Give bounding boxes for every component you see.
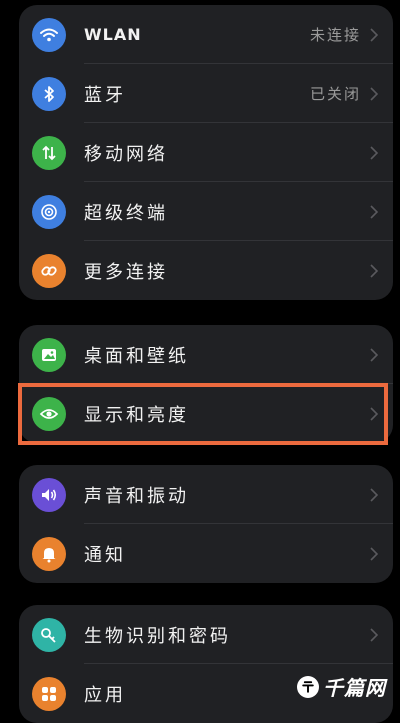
watermark: 千篇网 — [297, 672, 386, 701]
chevron-right-icon — [370, 547, 379, 561]
mobile-network-row[interactable]: 移动网络 — [19, 123, 393, 182]
notifications-row[interactable]: 通知 — [19, 524, 393, 583]
wlan-label: WLAN — [84, 25, 142, 44]
biometrics-password-label: 生物识别和密码 — [84, 625, 231, 647]
wlan-status: 未连接 — [309, 26, 361, 44]
apps-grid-icon — [32, 677, 66, 711]
settings-group-display: 桌面和壁纸 显示和亮度 — [19, 325, 393, 443]
super-device-label: 超级终端 — [84, 202, 168, 224]
mobile-data-icon — [32, 136, 66, 170]
chevron-right-icon — [370, 205, 379, 219]
eye-icon — [32, 397, 66, 431]
bluetooth-label: 蓝牙 — [84, 84, 126, 106]
chevron-right-icon — [370, 87, 379, 101]
chevron-right-icon — [370, 628, 379, 642]
super-device-icon — [32, 195, 66, 229]
biometrics-password-row[interactable]: 生物识别和密码 — [19, 605, 393, 664]
desktop-wallpaper-row[interactable]: 桌面和壁纸 — [19, 325, 393, 384]
wlan-row[interactable]: WLAN 未连接 — [19, 5, 393, 64]
sound-vibration-row[interactable]: 声音和振动 — [19, 465, 393, 524]
desktop-wallpaper-label: 桌面和壁纸 — [84, 345, 189, 367]
chevron-right-icon — [370, 407, 379, 421]
speaker-icon — [32, 478, 66, 512]
chevron-right-icon — [370, 488, 379, 502]
chevron-right-icon — [370, 348, 379, 362]
settings-group-security: 生物识别和密码 应用 — [19, 605, 393, 723]
chevron-right-icon — [370, 264, 379, 278]
super-device-row[interactable]: 超级终端 — [19, 182, 393, 241]
chevron-right-icon — [370, 28, 379, 42]
bell-icon — [32, 537, 66, 571]
wifi-icon — [32, 18, 66, 52]
mobile-network-label: 移动网络 — [84, 143, 168, 165]
bluetooth-status: 已关闭 — [309, 85, 361, 103]
chevron-right-icon — [370, 146, 379, 160]
watermark-logo-icon — [297, 675, 319, 698]
link-icon — [32, 254, 66, 288]
display-brightness-label: 显示和亮度 — [84, 404, 189, 426]
more-connections-label: 更多连接 — [84, 261, 168, 283]
bluetooth-row[interactable]: 蓝牙 已关闭 — [19, 64, 393, 123]
apps-label: 应用 — [84, 684, 126, 706]
display-brightness-row[interactable]: 显示和亮度 — [19, 384, 393, 443]
bluetooth-icon — [32, 77, 66, 111]
settings-group-connectivity: WLAN 未连接 蓝牙 已关闭 移动网络 超级终端 更多连接 — [19, 5, 393, 300]
image-icon — [32, 338, 66, 372]
settings-group-sound: 声音和振动 通知 — [19, 465, 393, 583]
notifications-label: 通知 — [84, 544, 126, 566]
watermark-text: 千篇网 — [323, 676, 386, 700]
more-connections-row[interactable]: 更多连接 — [19, 241, 393, 300]
key-icon — [32, 618, 66, 652]
sound-vibration-label: 声音和振动 — [84, 485, 189, 507]
